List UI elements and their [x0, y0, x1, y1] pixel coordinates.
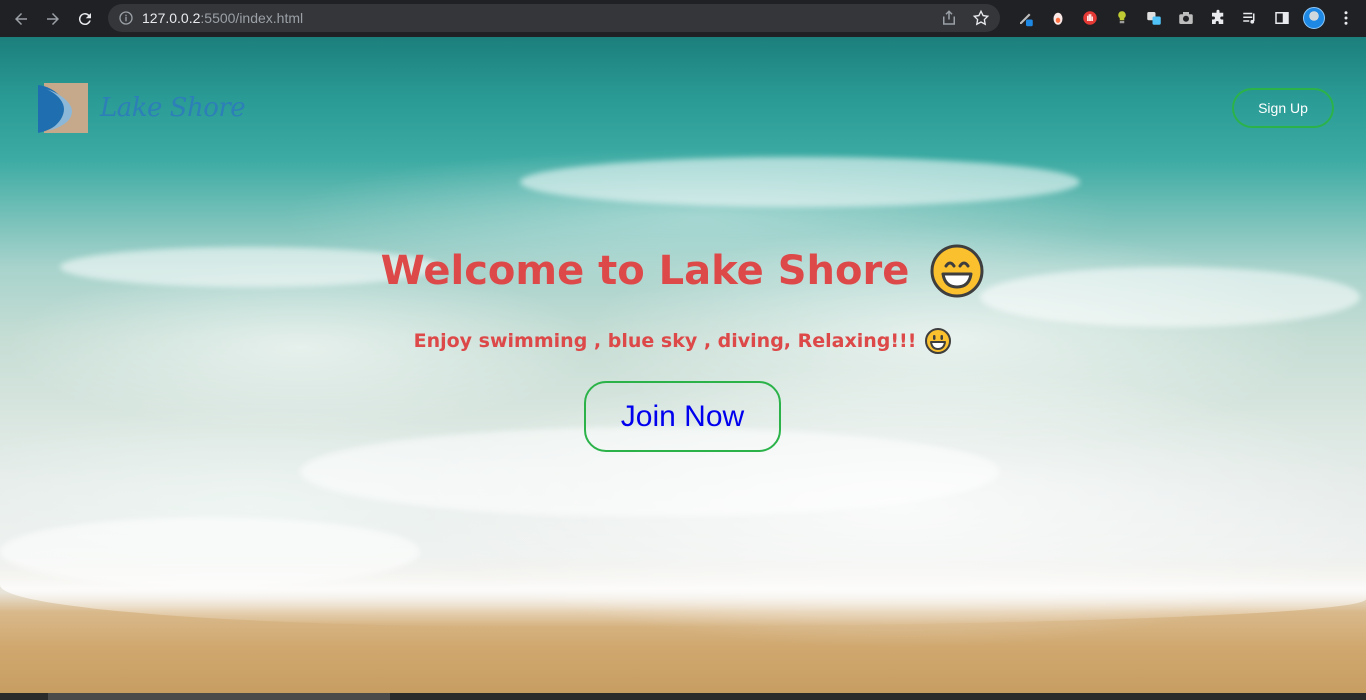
address-bar[interactable]: 127.0.0.2:5500/index.html [108, 4, 1000, 32]
info-icon[interactable] [118, 10, 134, 26]
share-icon[interactable] [940, 9, 958, 27]
camera-extension-button[interactable] [1174, 7, 1198, 29]
adblock-button[interactable] [1078, 7, 1102, 29]
menu-icon [1344, 11, 1348, 25]
site-logo[interactable]: Lake Shore [36, 81, 246, 135]
forward-button[interactable] [42, 8, 64, 30]
sidepanel-icon [1275, 12, 1289, 24]
url-host: 127.0.0.2 [142, 10, 201, 26]
extensions-button[interactable] [1206, 7, 1230, 29]
smiley-emoji-icon [925, 328, 952, 354]
star-icon[interactable] [972, 9, 990, 27]
reload-button[interactable] [74, 8, 96, 30]
sign-up-button[interactable]: Sign Up [1232, 88, 1334, 128]
join-now-button[interactable]: Join Now [584, 381, 781, 452]
pen-extension-icon [1020, 13, 1033, 27]
profile-button[interactable] [1302, 7, 1326, 29]
adblock-icon [1083, 11, 1097, 25]
extension-icon [1053, 12, 1063, 25]
idea-extension-icon [1118, 11, 1126, 24]
extension-button[interactable] [1046, 7, 1070, 29]
media-button[interactable] [1238, 7, 1262, 29]
puzzle-icon [1212, 9, 1224, 24]
media-icon [1243, 12, 1255, 24]
forward-icon [47, 12, 59, 25]
browser-toolbar: 127.0.0.2:5500/index.html [0, 0, 1366, 37]
hero-subtitle: Enjoy swimming , blue sky , diving, Rela… [0, 327, 1366, 355]
hero-subtitle-text: Enjoy swimming , blue sky , diving, Rela… [413, 330, 917, 352]
translate-extension-button[interactable] [1142, 7, 1166, 29]
back-icon [15, 12, 27, 25]
page-viewport: Lake Shore Sign Up Welcome to Lake Shore… [0, 37, 1366, 693]
hero-title-text: Welcome to Lake Shore [380, 248, 910, 294]
grinning-emoji-icon [930, 244, 984, 298]
logo-icon [38, 83, 88, 133]
camera-extension-icon [1179, 12, 1193, 24]
reload-icon [78, 12, 91, 25]
logo-text: Lake Shore [100, 93, 246, 123]
url-path: :5500/index.html [200, 10, 304, 26]
menu-button[interactable] [1334, 7, 1358, 29]
back-button[interactable] [10, 8, 32, 30]
hero-title: Welcome to Lake Shore [0, 243, 1366, 299]
side-panel-button[interactable] [1270, 7, 1294, 29]
idea-extension-button[interactable] [1110, 7, 1134, 29]
profile-avatar [1303, 7, 1325, 29]
taskbar-strip [0, 693, 1366, 700]
pen-extension-button[interactable] [1014, 7, 1038, 29]
translate-extension-icon [1147, 12, 1161, 25]
